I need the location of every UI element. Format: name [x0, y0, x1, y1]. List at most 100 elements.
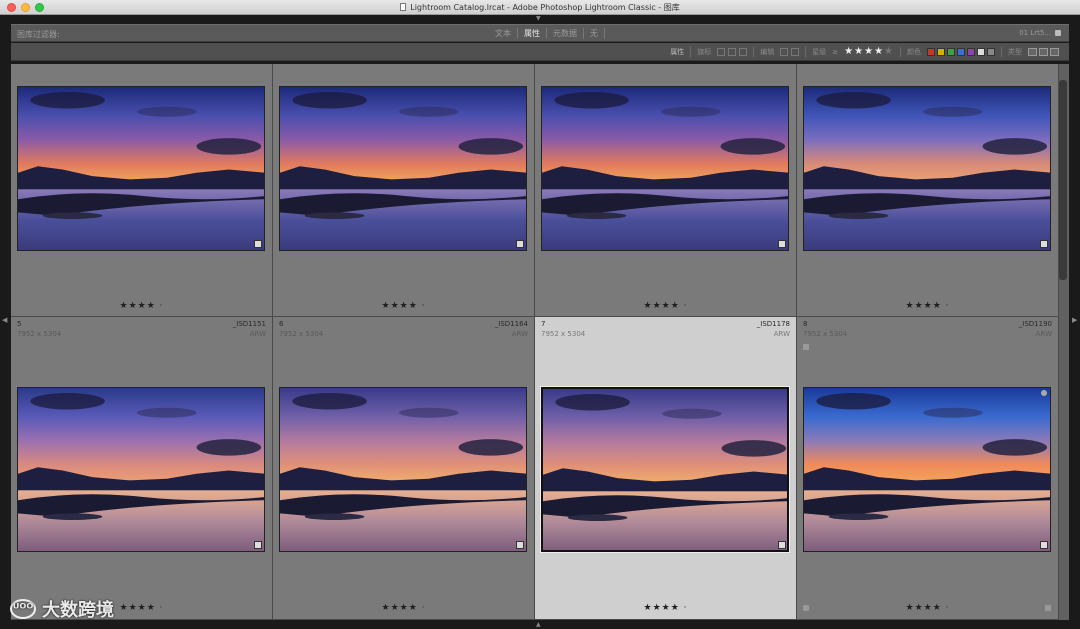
lock-icon[interactable]: [1055, 30, 1061, 36]
flag-label: 旗标: [697, 47, 712, 56]
color-swatch[interactable]: [987, 47, 995, 56]
cell-header: 7 _ISD1178 7952 x 5304 ARW: [541, 320, 790, 342]
quick-collection-dot-icon[interactable]: [1041, 390, 1047, 396]
cell-index: 6: [279, 320, 284, 328]
filter-tab-text[interactable]: 文本: [489, 28, 518, 39]
library-filter-bar: 图库过滤器: 文本 属性 元数据 无 01 Lrt5...: [11, 24, 1069, 42]
edited-icon[interactable]: [780, 47, 789, 56]
flag-picked-icon[interactable]: [717, 47, 726, 56]
rating-stars-filter[interactable]: ★★★★★: [844, 46, 894, 57]
filter-tab-attribute[interactable]: 属性: [518, 28, 547, 39]
right-panel-toggle-icon[interactable]: ▶: [1072, 316, 1077, 324]
grid-cell[interactable]: 7 _ISD1178 7952 x 5304 ARW ★★★★ ·: [535, 317, 797, 620]
photo-rating[interactable]: ★★★★ ·: [273, 301, 534, 311]
photo-rating[interactable]: ★★★★ ·: [11, 301, 272, 311]
video-icon[interactable]: [1050, 47, 1059, 56]
rotate-right-icon[interactable]: [1045, 605, 1051, 611]
photo-thumbnail[interactable]: [541, 387, 789, 552]
grid-cell[interactable]: ★★★★ ·: [797, 64, 1059, 317]
divider: [753, 46, 755, 57]
master-photo-icon[interactable]: [1028, 47, 1037, 56]
color-swatch[interactable]: [947, 47, 955, 56]
edited-badge-icon[interactable]: [254, 240, 262, 248]
photo-thumbnail[interactable]: [803, 86, 1051, 251]
photo-thumbnail[interactable]: [279, 86, 527, 251]
edited-badge-icon[interactable]: [778, 541, 786, 549]
edited-badge-icon[interactable]: [1040, 541, 1048, 549]
grid-cell[interactable]: ★★★★ ·: [273, 64, 535, 317]
cell-header: 6 _ISD1164 7952 x 5304 ARW: [279, 320, 528, 342]
attribute-label: 属性: [670, 47, 685, 56]
bottom-panel-toggle-icon[interactable]: ▲: [536, 621, 541, 628]
cell-file-extension: ARW: [773, 330, 790, 338]
maximize-window-button[interactable]: [35, 3, 44, 12]
photo-rating[interactable]: ★★★★ ·: [273, 603, 534, 613]
watermark-text: 大数跨境: [42, 600, 114, 621]
rotate-left-icon[interactable]: [803, 605, 809, 611]
type-filter-icons: [1028, 47, 1059, 56]
close-window-button[interactable]: [7, 3, 16, 12]
cell-filename: _ISD1151: [232, 320, 266, 328]
grid-cell[interactable]: 8 _ISD1190 7952 x 5304 ARW ★★★★ ·: [797, 317, 1059, 620]
grid-cell[interactable]: ★★★★ ·: [11, 64, 273, 317]
filter-tabs: 文本 属性 元数据 无: [489, 28, 605, 39]
photo-thumbnail[interactable]: [541, 86, 789, 251]
grid-cell[interactable]: 6 _ISD1164 7952 x 5304 ARW ★★★★ ·: [273, 317, 535, 620]
cell-filename: _ISD1190: [1018, 320, 1052, 328]
color-swatch[interactable]: [967, 47, 975, 56]
rating-operator[interactable]: ≥: [832, 48, 838, 56]
divider: [805, 46, 807, 57]
divider: [900, 46, 901, 57]
grid-cell[interactable]: 5 _ISD1151 7952 x 5304 ARW ★★★★ ·: [11, 317, 273, 620]
photo-rating[interactable]: ★★★★ ·: [797, 301, 1058, 311]
photo-rating[interactable]: ★★★★ ·: [797, 603, 1058, 613]
color-swatch[interactable]: [937, 47, 945, 56]
cell-file-extension: ARW: [511, 330, 528, 338]
filter-tab-none[interactable]: 无: [584, 28, 605, 39]
watermark-logo: ᵁᴼᴼ: [10, 599, 36, 619]
grid-cell[interactable]: ★★★★ ·: [535, 64, 797, 317]
left-panel-toggle-icon[interactable]: ◀: [2, 316, 7, 324]
library-grid[interactable]: ★★★★ · ★★★★ · ★★★★ · ★★★★ · 5 _ISD1151 7…: [11, 64, 1069, 620]
cell-index: 5: [17, 320, 22, 328]
color-label: 颜色: [907, 47, 921, 56]
color-swatch[interactable]: [927, 47, 935, 56]
edited-badge-icon[interactable]: [1040, 240, 1048, 248]
flag-filter-icons: [717, 47, 748, 56]
minimize-window-button[interactable]: [21, 3, 30, 12]
divider: [690, 46, 692, 57]
top-panel-toggle-icon[interactable]: ▼: [536, 15, 541, 22]
edited-badge-icon[interactable]: [254, 541, 262, 549]
flag-rejected-icon[interactable]: [739, 47, 748, 56]
library-filter-label: 图库过滤器:: [17, 30, 60, 39]
attribute-filter-bar: 属性 旗标 编辑 星级 ≥ ★★★★★ 颜色 类型: [11, 43, 1069, 61]
photo-thumbnail[interactable]: [279, 387, 527, 552]
photo-thumbnail[interactable]: [17, 387, 265, 552]
type-label: 类型: [1008, 47, 1022, 56]
window-titlebar: Lightroom Catalog.lrcat - Adobe Photosho…: [0, 0, 1080, 15]
edited-badge-icon[interactable]: [516, 240, 524, 248]
divider: [1001, 46, 1002, 57]
filter-preset[interactable]: 01 Lrt5...: [1019, 29, 1061, 37]
photo-rating[interactable]: ★★★★ ·: [535, 603, 796, 613]
cell-dimensions: 7952 x 5304: [541, 330, 586, 338]
rating-label: 星级: [812, 47, 827, 56]
virtual-copy-icon[interactable]: [1039, 47, 1048, 56]
photo-thumbnail[interactable]: [17, 86, 265, 251]
filter-tab-metadata[interactable]: 元数据: [547, 28, 584, 39]
flag-icon[interactable]: [803, 344, 809, 350]
color-swatch[interactable]: [977, 47, 985, 56]
window-controls: [7, 3, 44, 12]
flag-unflagged-icon[interactable]: [728, 47, 737, 56]
grid-scrollbar[interactable]: [1059, 80, 1067, 280]
cell-dimensions: 7952 x 5304: [803, 330, 848, 338]
color-label-swatches: [927, 47, 995, 56]
cell-filename: _ISD1178: [756, 320, 790, 328]
cell-file-extension: ARW: [249, 330, 266, 338]
photo-rating[interactable]: ★★★★ ·: [535, 301, 796, 311]
edited-badge-icon[interactable]: [778, 240, 786, 248]
photo-thumbnail[interactable]: [803, 387, 1051, 552]
edited-badge-icon[interactable]: [516, 541, 524, 549]
unedited-icon[interactable]: [791, 47, 800, 56]
color-swatch[interactable]: [957, 47, 965, 56]
